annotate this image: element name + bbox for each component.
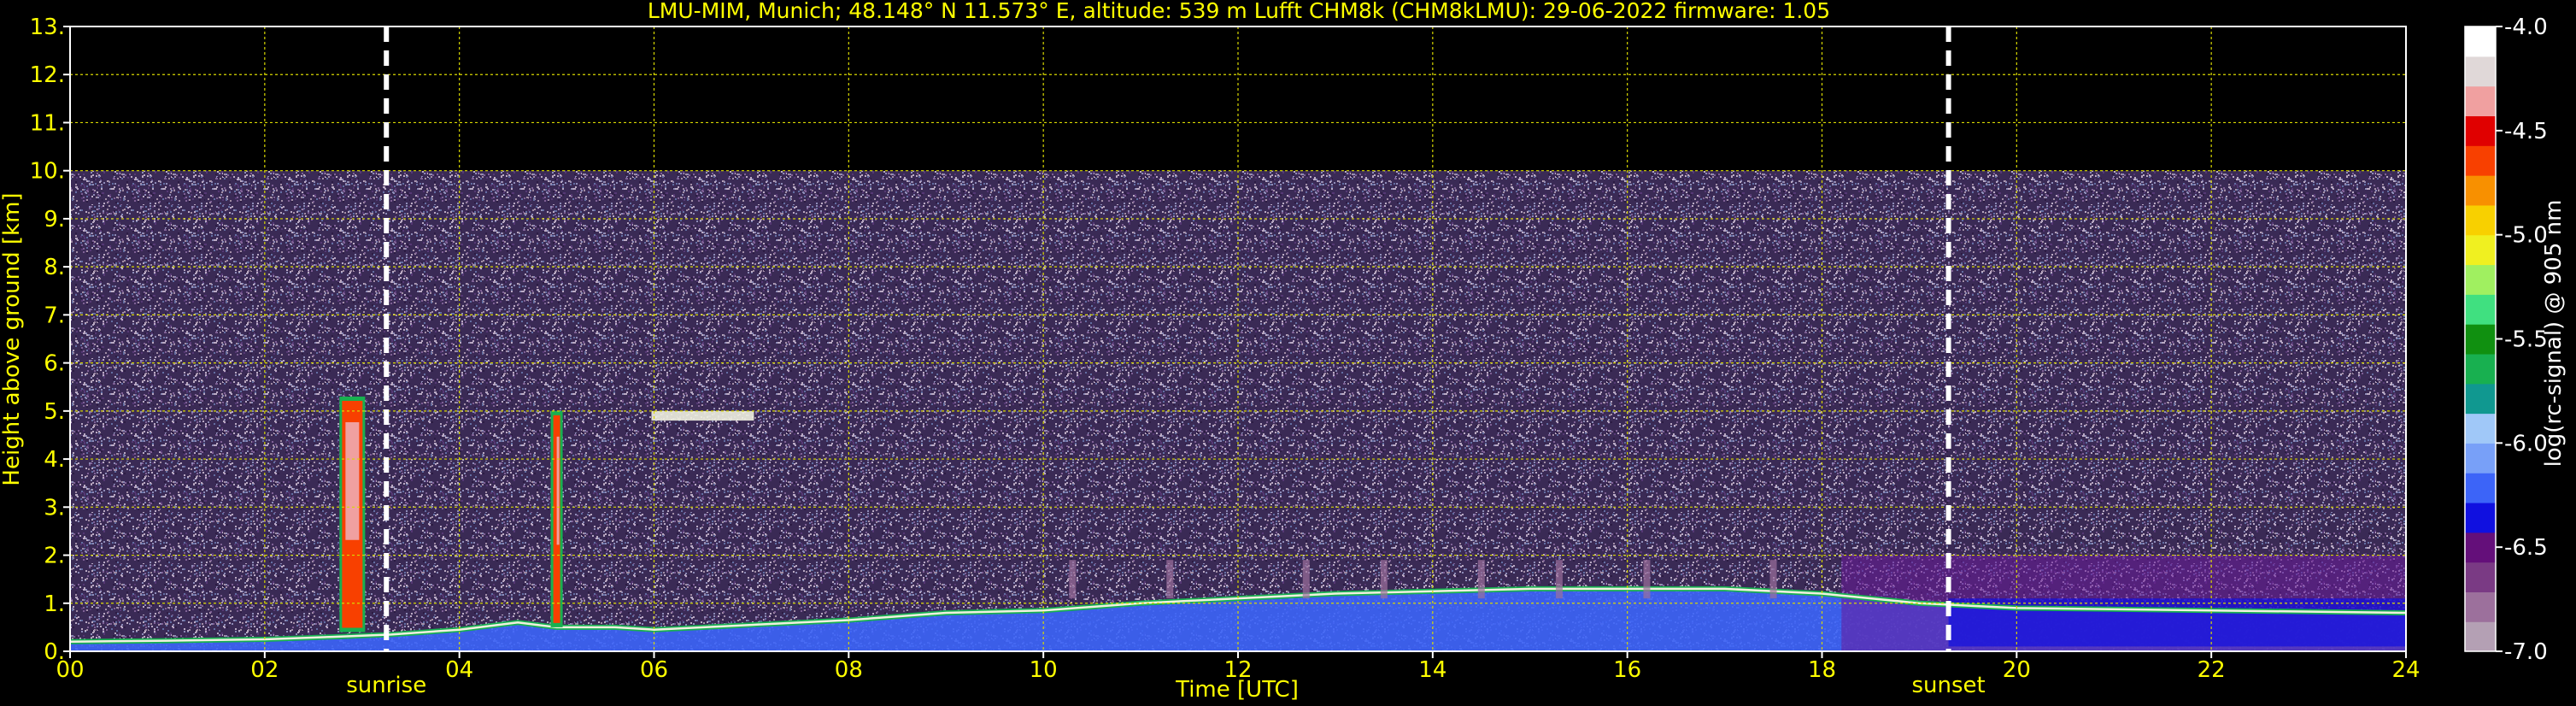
cloud-column-peak — [556, 436, 560, 545]
colorbar-segment — [2465, 234, 2496, 266]
colorbar-segment — [2465, 85, 2496, 117]
colorbar-segment — [2465, 562, 2496, 592]
y-tick-label: 10. — [30, 159, 65, 185]
convective-plume — [1643, 560, 1651, 599]
y-tick-label: 8. — [44, 255, 65, 280]
colorbar-segment — [2465, 56, 2496, 87]
y-tick-label: 4. — [44, 447, 65, 473]
y-tick-label: 1. — [44, 591, 65, 617]
ceilometer-chart: sunrise sunset 00 02 04 06 08 10 12 14 16 18 20 22 24… — [0, 0, 2576, 706]
colorbar-segment — [2465, 443, 2496, 474]
x-tick-label: 02 — [250, 657, 279, 683]
colorbar-segment — [2465, 204, 2496, 236]
x-tick-label: 14 — [1418, 657, 1446, 683]
y-tick-label: 11. — [30, 110, 65, 136]
cloud-layer — [651, 410, 754, 421]
y-tick-label: 13. — [30, 15, 65, 40]
y-tick-label: 7. — [44, 303, 65, 328]
y-tick-label: 9. — [44, 207, 65, 232]
colorbar-segment — [2465, 26, 2496, 57]
cloud-column-peak — [345, 421, 360, 540]
colorbar-segment — [2465, 175, 2496, 206]
colorbar-segment — [2465, 264, 2496, 295]
convective-plume — [1069, 560, 1077, 599]
colorbar-segment — [2465, 502, 2496, 533]
colorbar-segment — [2465, 115, 2496, 146]
x-tick-label: 16 — [1613, 657, 1641, 683]
y-tick-label: 5. — [44, 399, 65, 425]
colorbar-segment — [2465, 473, 2496, 503]
y-tick-label: 6. — [44, 351, 65, 377]
x-tick-label: 06 — [640, 657, 668, 683]
colorbar-segment — [2465, 324, 2496, 355]
convective-plume — [1555, 560, 1563, 599]
colorbar-segment — [2465, 383, 2496, 415]
colorbar-segment — [2465, 532, 2496, 563]
x-tick-label: 20 — [2003, 657, 2031, 683]
x-tick-label: 08 — [835, 657, 863, 683]
marker-label-sunset: sunset — [1911, 673, 1985, 698]
marker-label-sunrise: sunrise — [346, 673, 426, 698]
chart-title: LMU-MIM, Munich; 48.148° N 11.573° E, al… — [648, 0, 1830, 23]
colorbar-tick-label: -4.0 — [2504, 15, 2548, 40]
colorbar-label: log(rc-signal) @ 905 nm — [2541, 200, 2567, 468]
convective-plume — [1477, 560, 1485, 599]
y-tick-label: 0. — [44, 639, 65, 665]
colorbar-segment — [2465, 413, 2496, 444]
convective-plume — [1769, 560, 1777, 599]
colorbar-segment — [2465, 621, 2496, 652]
colorbar-segment — [2465, 591, 2496, 622]
convective-plume — [1302, 560, 1310, 599]
colorbar-segment — [2465, 353, 2496, 385]
convective-plume — [1166, 560, 1174, 599]
x-tick-label: 10 — [1030, 657, 1058, 683]
x-tick-label: 04 — [445, 657, 473, 683]
y-tick-label: 3. — [44, 495, 65, 521]
x-tick-label: 24 — [2391, 657, 2420, 683]
x-tick-label: 22 — [2198, 657, 2226, 683]
convective-plume — [1380, 560, 1388, 599]
colorbar-segment — [2465, 294, 2496, 325]
x-tick-label: 18 — [1808, 657, 1836, 683]
colorbar-tick-label: -7.0 — [2504, 639, 2548, 665]
colorbar-segment — [2465, 145, 2496, 176]
colorbar-tick-label: -4.5 — [2504, 119, 2548, 144]
y-tick-label: 2. — [44, 544, 65, 569]
y-tick-label: 12. — [30, 62, 65, 88]
colorbar-tick-label: -6.5 — [2504, 535, 2548, 561]
y-axis-label: Height above ground [km] — [0, 192, 25, 485]
x-axis-label: Time [UTC] — [1175, 677, 1299, 703]
